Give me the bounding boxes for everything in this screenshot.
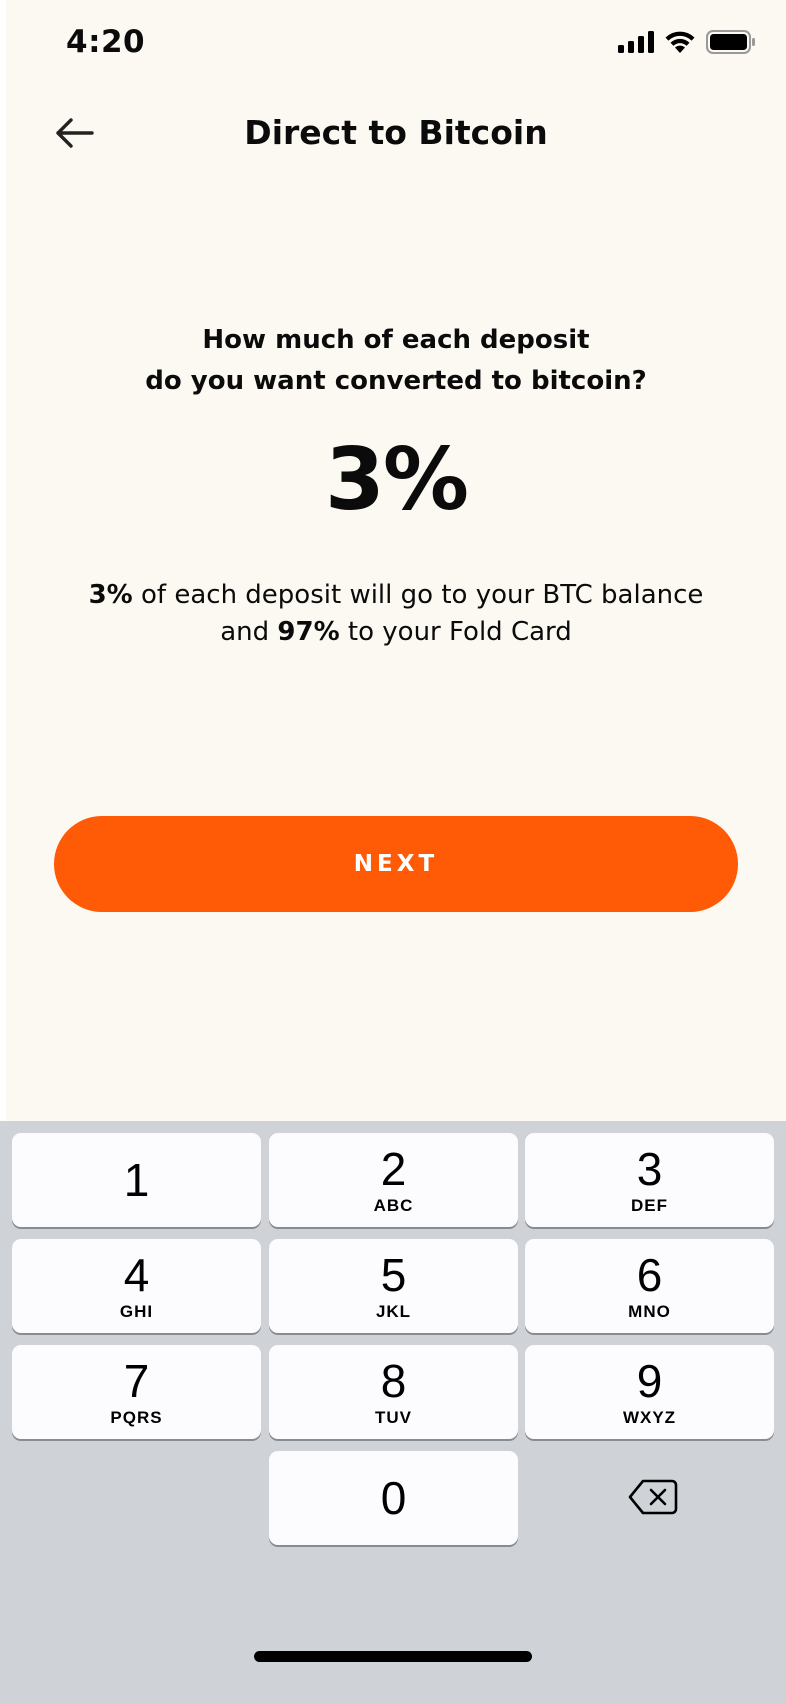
key-5[interactable]: 5 JKL: [269, 1239, 518, 1333]
numeric-keypad: 1 2 ABC 3 DEF 4 GHI 5 JKL 6 MNO 7 PQRS 8…: [0, 1121, 786, 1704]
key-letters: WXYZ: [622, 1408, 677, 1427]
key-letters: ABC: [373, 1196, 414, 1215]
explanation-line-2-text: to your Fold Card: [339, 617, 572, 647]
key-letters: MNO: [628, 1302, 671, 1321]
btc-percent: 3%: [88, 580, 133, 610]
key-digit: 1: [123, 1154, 150, 1206]
key-digit: 8: [380, 1355, 407, 1407]
key-digit: 7: [123, 1355, 150, 1407]
wifi-icon: [665, 31, 695, 53]
key-7[interactable]: 7 PQRS: [12, 1345, 261, 1439]
key-digit: 4: [123, 1249, 150, 1301]
key-letters: JKL: [375, 1302, 412, 1321]
backspace-icon: [628, 1479, 678, 1515]
allocation-explanation: 3% of each deposit will go to your BTC b…: [6, 577, 786, 651]
explanation-line-1-text: of each deposit will go to your BTC bala…: [132, 580, 704, 610]
percent-display: 3%: [324, 430, 469, 530]
status-time: 4:20: [66, 24, 146, 60]
battery-icon: [706, 30, 755, 54]
key-0[interactable]: 0: [269, 1451, 518, 1545]
key-digit: 5: [380, 1249, 407, 1301]
explanation-line-2-prefix: and: [220, 617, 278, 647]
question-text: How much of each deposit do you want con…: [6, 320, 786, 402]
home-indicator: [254, 1651, 532, 1662]
key-letters: TUV: [375, 1408, 412, 1427]
key-1[interactable]: 1: [12, 1133, 261, 1227]
question-line-2: do you want converted to bitcoin?: [145, 366, 647, 396]
key-3[interactable]: 3 DEF: [525, 1133, 774, 1227]
key-digit: 9: [636, 1355, 663, 1407]
key-letters: PQRS: [110, 1408, 163, 1427]
delete-key[interactable]: [600, 1452, 706, 1542]
next-button[interactable]: NEXT: [54, 816, 738, 912]
status-icons: [618, 30, 756, 54]
cellular-signal-icon: [618, 31, 654, 53]
explanation-line-2: and 97% to your Fold Card: [6, 614, 786, 651]
explanation-line-1: 3% of each deposit will go to your BTC b…: [6, 577, 786, 614]
app-screen: 4:20 Direct to Bitcoin How much of each …: [6, 0, 786, 1121]
key-letters: DEF: [631, 1196, 668, 1215]
key-4[interactable]: 4 GHI: [12, 1239, 261, 1333]
key-6[interactable]: 6 MNO: [525, 1239, 774, 1333]
key-9[interactable]: 9 WXYZ: [525, 1345, 774, 1439]
key-digit: 6: [636, 1249, 663, 1301]
key-8[interactable]: 8 TUV: [269, 1345, 518, 1439]
key-2[interactable]: 2 ABC: [269, 1133, 518, 1227]
card-percent: 97%: [277, 617, 340, 647]
key-digit: 3: [636, 1143, 663, 1195]
question-line-1: How much of each deposit: [202, 325, 590, 355]
page-title: Direct to Bitcoin: [244, 113, 548, 152]
key-digit: 0: [380, 1472, 407, 1524]
key-digit: 2: [380, 1143, 407, 1195]
key-letters: GHI: [119, 1302, 154, 1321]
